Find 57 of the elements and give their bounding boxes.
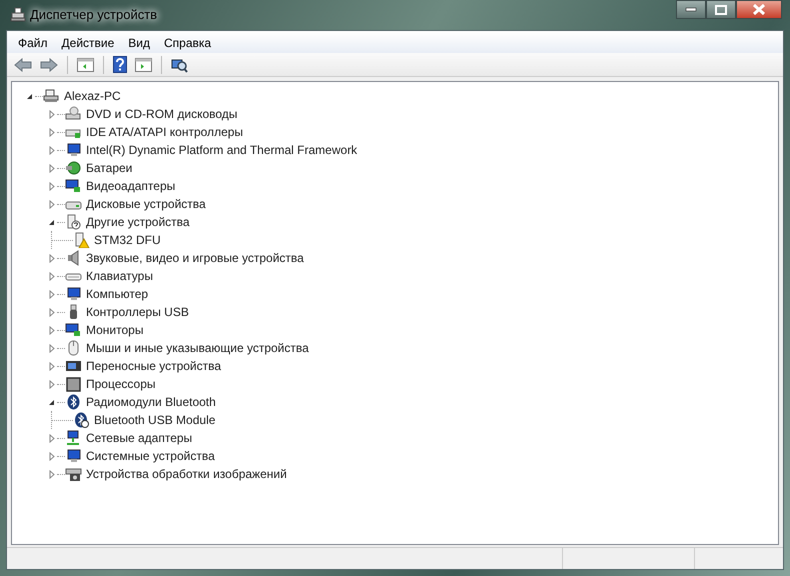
disc-drive-icon [65,106,82,122]
action-pane-button[interactable] [132,56,155,74]
device-label[interactable]: Дисковые устройства [84,194,208,214]
portable-device-icon [65,358,82,374]
left-arrow-icon [14,58,32,72]
warning-device-icon [73,232,90,248]
maximize-button[interactable] [706,0,736,19]
device-label[interactable]: Контроллеры USB [84,302,191,322]
device-label[interactable]: Клавиатуры [84,266,155,286]
device-label[interactable]: Intel(R) Dynamic Platform and Thermal Framework [84,140,360,160]
device-label[interactable]: STM32 DFU [92,230,163,250]
window-title: Диспетчер устройств [30,6,158,24]
device-label[interactable]: Сетевые адаптеры [84,428,194,448]
scanner-camera-icon [65,466,82,482]
network-adapter-icon [65,430,82,446]
device-label[interactable]: Bluetooth USB Module [92,410,218,430]
device-label[interactable]: IDE ATA/ATAPI контроллеры [84,122,246,142]
device-label[interactable]: Alexaz-PC [62,86,123,106]
menu-item[interactable]: Справка [157,31,218,53]
menu-item[interactable]: Файл [11,31,55,53]
device-label[interactable]: Компьютер [84,284,150,304]
monitor-icon [65,142,82,158]
display-adapter-icon [65,322,82,338]
device-label[interactable]: Видеоадаптеры [84,176,178,196]
window-pane-icon [77,58,94,72]
window-icon [10,7,26,23]
device-label[interactable]: Радиомодули Bluetooth [84,392,218,412]
device-label[interactable]: Переносные устройства [84,356,224,376]
minimize-icon [685,7,697,12]
display-adapter-icon [65,178,82,194]
help-icon [113,56,127,73]
question-device-icon [65,214,82,230]
magnifier-monitor-icon [171,56,188,72]
device-label[interactable]: Процессоры [84,374,158,394]
device-label[interactable]: Системные устройства [84,446,217,466]
help-button[interactable] [110,54,130,75]
monitor-icon [65,448,82,464]
device-label[interactable]: Батареи [84,158,134,178]
bluetooth-icon [73,412,90,428]
window-pane-icon [135,58,152,72]
device-label[interactable]: DVD и CD-ROM дисководы [84,104,240,124]
close-icon [753,4,765,15]
device-label[interactable]: Мониторы [84,320,146,340]
maximize-icon [715,4,727,14]
monitor-icon [65,286,82,302]
close-button[interactable] [736,0,782,19]
device-label[interactable]: Другие устройства [84,212,192,232]
menu-item[interactable]: Действие [54,31,122,53]
device-label[interactable]: Устройства обработки изображений [84,464,289,484]
device-label[interactable]: Мыши и иные указывающие устройства [84,338,311,358]
minimize-button[interactable] [676,0,706,19]
device-label[interactable]: Звуковые, видео и игровые устройства [84,248,306,268]
bluetooth-icon [65,394,82,410]
show-pane-button[interactable] [74,56,97,74]
right-arrow-icon [40,58,58,72]
computer-icon [43,88,60,104]
menu-item[interactable]: Вид [121,31,157,53]
